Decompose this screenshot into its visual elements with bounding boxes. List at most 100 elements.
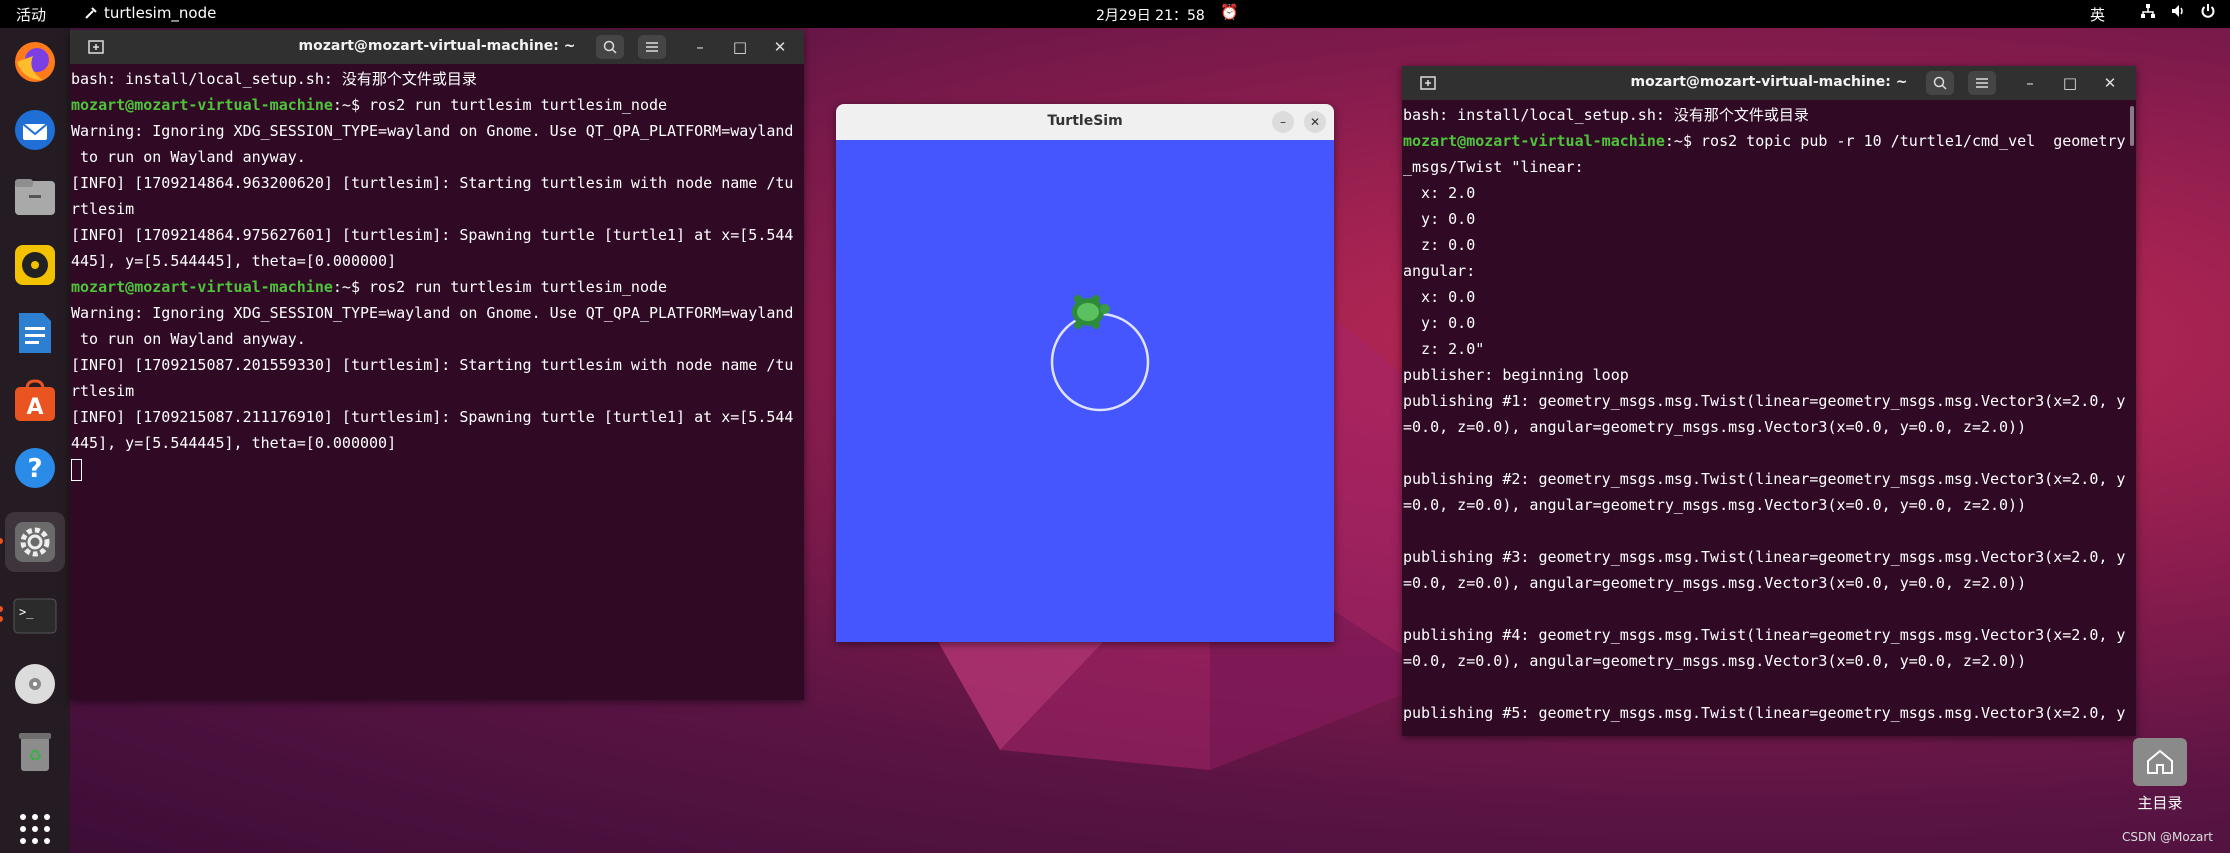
new-tab-button[interactable] (80, 35, 112, 59)
minimize-icon: – (1280, 115, 1286, 129)
svg-text:A: A (26, 395, 43, 420)
maximize-icon: □ (732, 38, 748, 56)
dock-writer[interactable] (11, 309, 59, 357)
scrollbar-thumb[interactable] (2130, 106, 2134, 146)
maximize-button[interactable]: □ (2056, 71, 2084, 95)
home-folder-icon (2133, 738, 2187, 786)
search-button[interactable] (596, 35, 624, 59)
terminal-titlebar[interactable]: mozart@mozart-virtual-machine: ~ – □ ✕ (1402, 66, 2136, 100)
dock-settings[interactable] (0, 512, 65, 572)
close-button[interactable]: ✕ (2096, 71, 2124, 95)
terminal-line: =0.0, z=0.0), angular=geometry_msgs.msg.… (1403, 496, 2027, 514)
terminal-line: publisher: beginning loop (1403, 366, 1629, 384)
terminal-line: 445], y=[5.544445], theta=[0.000000] (71, 252, 397, 270)
prompt-user: mozart@mozart-virtual-machine (1403, 132, 1665, 150)
desktop-home-folder[interactable]: 主目录 (2120, 738, 2200, 813)
terminal-line: rtlesim (71, 200, 135, 218)
minimize-button[interactable]: – (1272, 111, 1294, 133)
terminal-output[interactable]: bash: install/local_setup.sh: 没有那个文件或目录 m… (1402, 100, 2136, 736)
power-icon (2201, 4, 2215, 18)
menu-button[interactable] (638, 35, 666, 59)
cursor-line (70, 456, 804, 482)
terminal-line: 445], y=[5.544445], theta=[0.000000] (71, 434, 397, 452)
dock: A ? >_ ♻ (0, 28, 70, 853)
terminal-line: =0.0, z=0.0), angular=geometry_msgs.msg.… (1403, 574, 2027, 592)
settings-icon (15, 522, 55, 563)
dock-terminal[interactable]: >_ (0, 592, 59, 640)
terminal-line: publishing #3: geometry_msgs.msg.Twist(l… (1403, 548, 2126, 566)
terminal-line: mozart@mozart-virtual-machine:~$ ros2 ru… (70, 92, 804, 118)
clock[interactable]: 2月29日 21：58 (1096, 5, 1205, 25)
dock-disc[interactable] (11, 660, 59, 708)
terminal-line: publishing #4: geometry_msgs.msg.Twist(l… (1403, 626, 2126, 644)
terminal-window-right: mozart@mozart-virtual-machine: ~ – □ ✕ b… (1402, 66, 2136, 736)
search-button[interactable] (1926, 71, 1954, 95)
svg-text:?: ? (27, 454, 42, 484)
terminal-line: publishing #5: geometry_msgs.msg.Twist(l… (1403, 704, 2126, 722)
prompt-user: mozart@mozart-virtual-machine (71, 96, 333, 114)
thunderbird-icon (15, 109, 55, 150)
new-tab-button[interactable] (1412, 71, 1444, 95)
files-icon (15, 179, 55, 216)
terminal-line: y: 0.0 (1403, 314, 1476, 332)
activities-button[interactable]: 活动 (16, 4, 46, 25)
terminal-window-left: mozart@mozart-virtual-machine: ~ – □ ✕ b… (70, 30, 804, 700)
terminal-line: z: 2.0" (1403, 340, 1485, 358)
terminal-line: =0.0, z=0.0), angular=geometry_msgs.msg.… (1403, 418, 2027, 436)
watermark: CSDN @Mozart (2122, 830, 2214, 844)
search-icon (1933, 76, 1947, 90)
terminal-line: to run on Wayland anyway. (71, 148, 306, 166)
dock-thunderbird[interactable] (11, 106, 59, 154)
terminal-titlebar[interactable]: mozart@mozart-virtual-machine: ~ – □ ✕ (70, 30, 804, 64)
close-icon: ✕ (2103, 74, 2117, 92)
minimize-icon: – (696, 38, 704, 56)
dock-firefox[interactable] (11, 38, 59, 86)
new-tab-icon (88, 40, 104, 54)
turtle (1072, 295, 1110, 329)
hamburger-icon (646, 42, 658, 52)
terminal-line: publishing #1: geometry_msgs.msg.Twist(l… (1403, 392, 2126, 410)
terminal-line: x: 2.0 (1403, 184, 1476, 202)
home-folder-label: 主目录 (2137, 794, 2183, 812)
dock-trash[interactable]: ♻ (11, 727, 59, 775)
turtlesim-titlebar[interactable]: TurtleSim – ✕ (836, 104, 1334, 140)
prompt-command: :~$ ros2 run turtlesim turtlesim_node (332, 278, 668, 296)
dock-rhythmbox[interactable] (11, 241, 59, 289)
terminal-line: y: 0.0 (1403, 210, 1476, 228)
prompt-user: mozart@mozart-virtual-machine (71, 278, 333, 296)
terminal-line: bash: install/local_setup.sh: 没有那个文件或目录 (1403, 106, 1809, 124)
svg-text:♻: ♻ (28, 746, 42, 765)
close-button[interactable]: ✕ (766, 35, 794, 59)
minimize-button[interactable]: – (2016, 71, 2044, 95)
dock-help[interactable]: ? (11, 445, 59, 493)
volume-icon (2172, 5, 2183, 17)
system-tray[interactable] (2140, 3, 2216, 19)
terminal-line: _msgs/Twist "linear: (1403, 158, 1584, 176)
terminal-line: mozart@mozart-virtual-machine:~$ ros2 ru… (70, 274, 804, 300)
maximize-button[interactable]: □ (726, 35, 754, 59)
rhythmbox-icon (15, 245, 55, 286)
search-icon (603, 40, 617, 54)
close-icon: ✕ (773, 38, 787, 56)
hamburger-icon (1976, 78, 1988, 88)
dock-app-grid[interactable] (11, 805, 59, 853)
terminal-output[interactable]: bash: install/local_setup.sh: 没有那个文件或目录 m… (70, 64, 804, 700)
trash-icon: ♻ (19, 733, 51, 772)
close-button[interactable]: ✕ (1304, 111, 1326, 133)
menu-button[interactable] (1968, 71, 1996, 95)
turtlesim-canvas (836, 140, 1334, 642)
running-indicator (0, 538, 3, 545)
alarm-icon: ⏰ (1220, 3, 1239, 21)
terminal-line: x: 0.0 (1403, 288, 1476, 306)
dock-app-center[interactable]: A (11, 377, 59, 425)
app-menu[interactable]: turtlesim_node (84, 4, 216, 22)
terminal-icon: >_ (13, 598, 57, 634)
minimize-button[interactable]: – (686, 35, 714, 59)
running-indicator (0, 615, 3, 622)
help-icon: ? (15, 448, 55, 489)
gear-app-icon (85, 7, 97, 19)
dock-files[interactable] (11, 174, 59, 222)
input-method-indicator[interactable]: 英 (2090, 4, 2105, 25)
